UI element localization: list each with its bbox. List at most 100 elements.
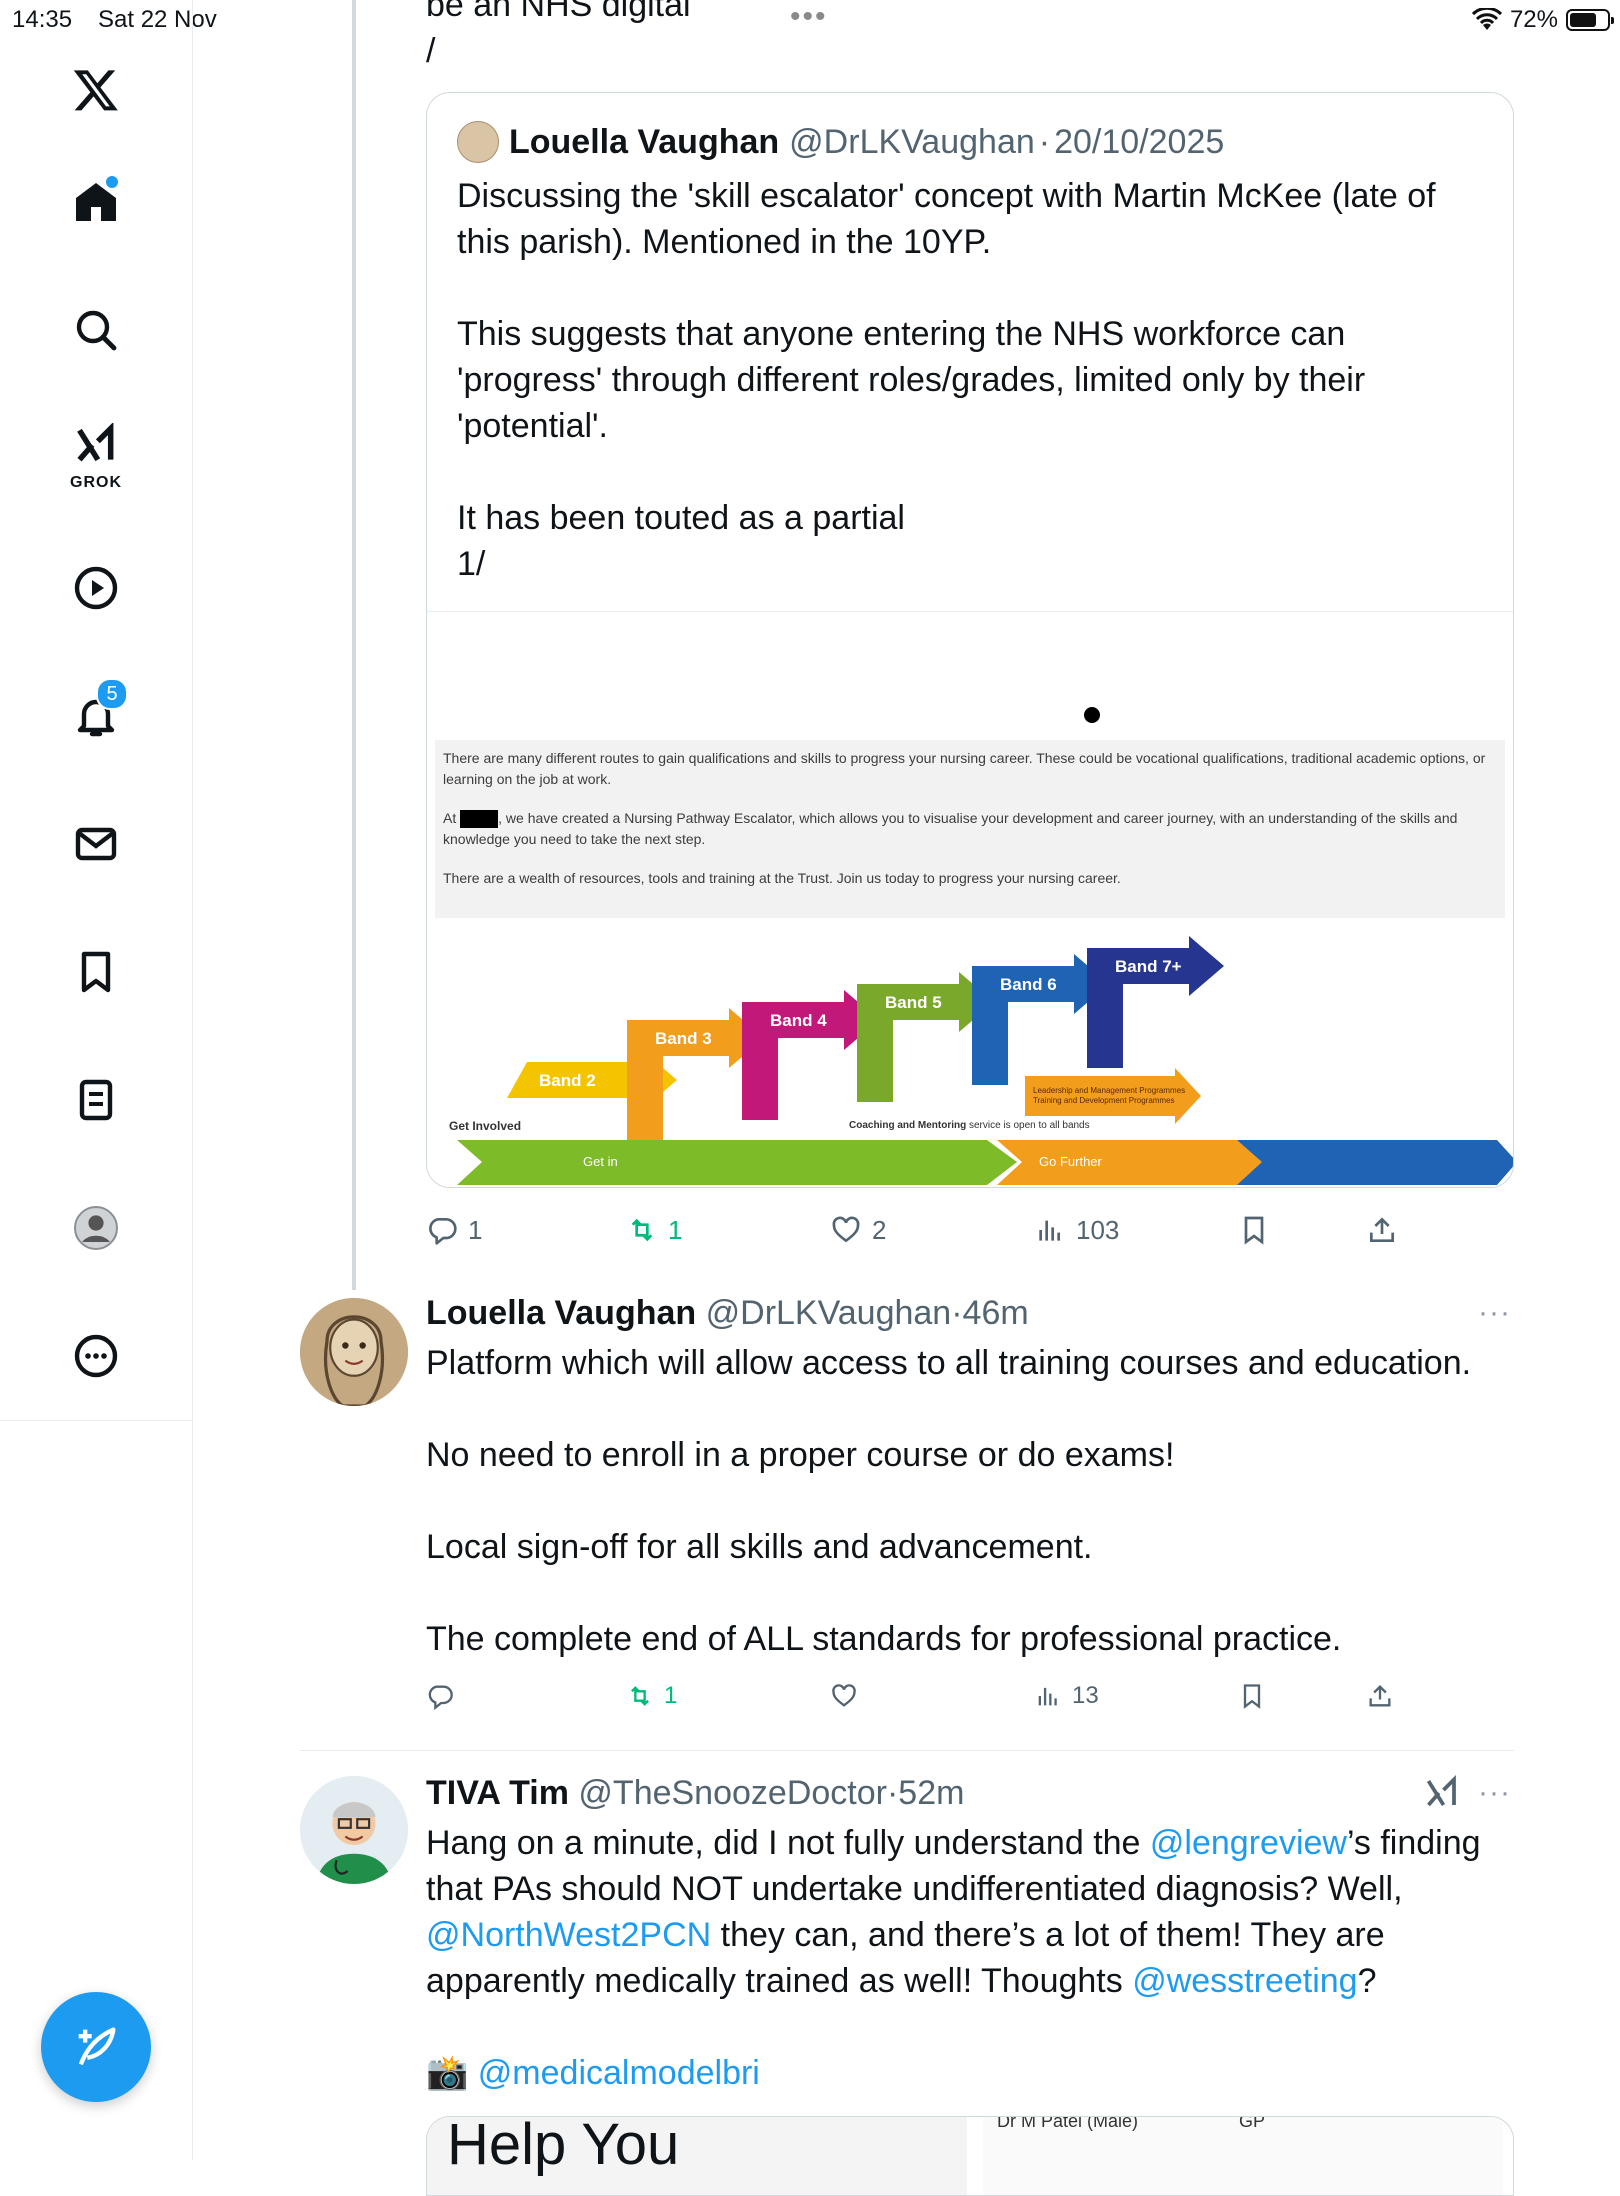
- share-button[interactable]: [1366, 1682, 1394, 1710]
- repost-button[interactable]: 1: [626, 1682, 677, 1710]
- media-left-panel: Help You: [427, 2116, 967, 2195]
- views-button[interactable]: 13: [1034, 1682, 1099, 1710]
- view-count: 103: [1076, 1214, 1120, 1245]
- tweet-header: Louella Vaughan @DrLKVaughan·46m: [426, 1290, 1029, 1336]
- messages-envelope-icon[interactable]: [66, 814, 126, 874]
- author-name[interactable]: Louella Vaughan: [426, 1294, 696, 1332]
- quoted-tweet-card[interactable]: Louella Vaughan @DrLKVaughan · 20/10/202…: [426, 92, 1514, 1188]
- post-time[interactable]: 46m: [963, 1294, 1029, 1332]
- search-icon[interactable]: [66, 300, 126, 360]
- author-name[interactable]: Louella Vaughan: [509, 123, 779, 162]
- home-icon[interactable]: [66, 172, 126, 232]
- reply-button[interactable]: [426, 1682, 454, 1710]
- tweet-paragraph: It has been touted as a partial 1/: [457, 499, 905, 583]
- multitasking-dots-icon[interactable]: •••: [790, 0, 828, 34]
- media-doctor-role: GP: [1239, 2116, 1266, 2131]
- avatar[interactable]: [300, 1776, 408, 1884]
- heart-icon: [832, 1216, 860, 1243]
- x-logo-icon[interactable]: [66, 60, 126, 120]
- views-button[interactable]: 103: [1034, 1214, 1119, 1246]
- compose-post-button[interactable]: [41, 1992, 151, 2102]
- wifi-icon: [1471, 8, 1502, 30]
- nursing-escalator-diagram: Get in Go Further Get Involved Coaching …: [449, 936, 1513, 1185]
- more-options-icon[interactable]: [66, 1326, 126, 1386]
- repost-icon: [631, 1218, 653, 1242]
- go-further-label: Go Further: [1039, 1154, 1103, 1169]
- post-date[interactable]: 20/10/2025: [1054, 123, 1224, 162]
- share-icon: [1370, 1217, 1394, 1242]
- mention-link[interactable]: @lengreview: [1150, 1824, 1347, 1862]
- lists-icon[interactable]: [66, 1070, 126, 1130]
- camera-emoji: 📸: [426, 2054, 469, 2092]
- post-time[interactable]: 52m: [898, 1774, 964, 1812]
- profile-avatar-icon[interactable]: [66, 1198, 126, 1258]
- leadership-label-1: Leadership and Management Programmes: [1033, 1086, 1185, 1095]
- tweet-divider: [300, 1750, 1514, 1751]
- notifications-bell-icon[interactable]: 5: [66, 678, 128, 746]
- media-left-text: Help You: [447, 2116, 680, 2177]
- band-label: Band 6: [1000, 975, 1057, 994]
- band-arrow-7: [1087, 936, 1224, 1068]
- image-text-line: we have created a Nursing Pathway Escala…: [443, 810, 1458, 847]
- share-icon: [1369, 1685, 1391, 1707]
- reply-button[interactable]: 1: [426, 1214, 482, 1246]
- author-name[interactable]: TIVA Tim: [426, 1774, 569, 1812]
- more-options-icon[interactable]: ···: [1478, 1776, 1511, 1810]
- author-handle[interactable]: @DrLKVaughan: [706, 1294, 952, 1332]
- reply-icon: [428, 1685, 453, 1710]
- image-text-line: There are many different routes to gain …: [443, 750, 1486, 787]
- bookmarks-icon[interactable]: [66, 942, 126, 1002]
- parent-tweet-text-tail: be an NHS digital /: [426, 0, 691, 74]
- band-label: Band 2: [539, 1071, 596, 1090]
- grok-icon[interactable]: GROK: [66, 423, 126, 491]
- status-right: 72%: [1471, 6, 1614, 34]
- coaching-bold: Coaching and Mentoring: [849, 1120, 966, 1131]
- mention-link[interactable]: @wesstreeting: [1132, 1962, 1357, 2000]
- battery-percent: 72%: [1509, 6, 1558, 33]
- mention-link[interactable]: @NorthWest2PCN: [426, 1916, 711, 1954]
- quoted-tweet-header: Louella Vaughan @DrLKVaughan · 20/10/202…: [457, 121, 1224, 163]
- notifications-badge: 5: [96, 678, 128, 710]
- tweet-actions-bar: 1 13: [426, 1678, 1514, 1714]
- tweet-paragraph: This suggests that anyone entering the N…: [457, 315, 1366, 445]
- view-count: 13: [1072, 1682, 1099, 1709]
- tweet-paragraph: No need to enroll in a proper course or …: [426, 1436, 1175, 1474]
- separator-dot: ·: [886, 1774, 899, 1812]
- bookmark-button[interactable]: [1238, 1682, 1266, 1710]
- band-label: Band 3: [655, 1029, 712, 1048]
- repost-button[interactable]: 1: [626, 1214, 682, 1246]
- battery-icon: [1566, 9, 1614, 31]
- mention-link[interactable]: @medicalmodelbri: [478, 2054, 760, 2092]
- more-options-icon[interactable]: ···: [1478, 1296, 1511, 1330]
- image-pager-dot: [1084, 707, 1100, 723]
- reply-icon: [429, 1218, 457, 1245]
- like-button[interactable]: 2: [830, 1214, 886, 1246]
- image-text-line: There are a wealth of resources, tools a…: [443, 870, 1121, 886]
- views-chart-icon: [1038, 1687, 1057, 1706]
- media-doctor-name: Dr M Patel (Male): [997, 2116, 1139, 2131]
- tweet-paragraph: Platform which will allow access to all …: [426, 1344, 1472, 1382]
- share-button[interactable]: [1366, 1214, 1398, 1246]
- quoted-tweet-text: Discussing the 'skill escalator' concept…: [457, 173, 1477, 587]
- grok-icon[interactable]: [1424, 1774, 1460, 1812]
- get-in-label: Get in: [583, 1154, 618, 1169]
- video-play-icon[interactable]: [66, 558, 126, 618]
- bookmark-icon: [1244, 1216, 1264, 1245]
- views-chart-icon: [1039, 1220, 1060, 1241]
- avatar[interactable]: [300, 1298, 408, 1406]
- tweet-media-preview[interactable]: Help You Dr M Patel (Male) GP: [426, 2116, 1514, 2196]
- attached-image[interactable]: There are many different routes to gain …: [427, 611, 1513, 1187]
- author-handle[interactable]: @TheSnoozeDoctor: [578, 1774, 887, 1812]
- bookmark-button[interactable]: [1238, 1214, 1270, 1246]
- leadership-label-2: Training and Development Programmes: [1033, 1096, 1175, 1105]
- image-intro-text: There are many different routes to gain …: [435, 740, 1505, 918]
- tweet-text-part: Hang on a minute, did I not fully unders…: [426, 1824, 1150, 1862]
- tweet-text-part: ?: [1357, 1962, 1377, 2000]
- avatar[interactable]: [457, 121, 499, 163]
- like-button[interactable]: [830, 1682, 858, 1710]
- author-handle[interactable]: @DrLKVaughan: [789, 123, 1035, 162]
- band-label: Band 4: [770, 1011, 827, 1030]
- band-label: Band 7+: [1115, 957, 1182, 976]
- thread-connector-line: [352, 0, 356, 1290]
- tweet-paragraph: Discussing the 'skill escalator' concept…: [457, 177, 1436, 261]
